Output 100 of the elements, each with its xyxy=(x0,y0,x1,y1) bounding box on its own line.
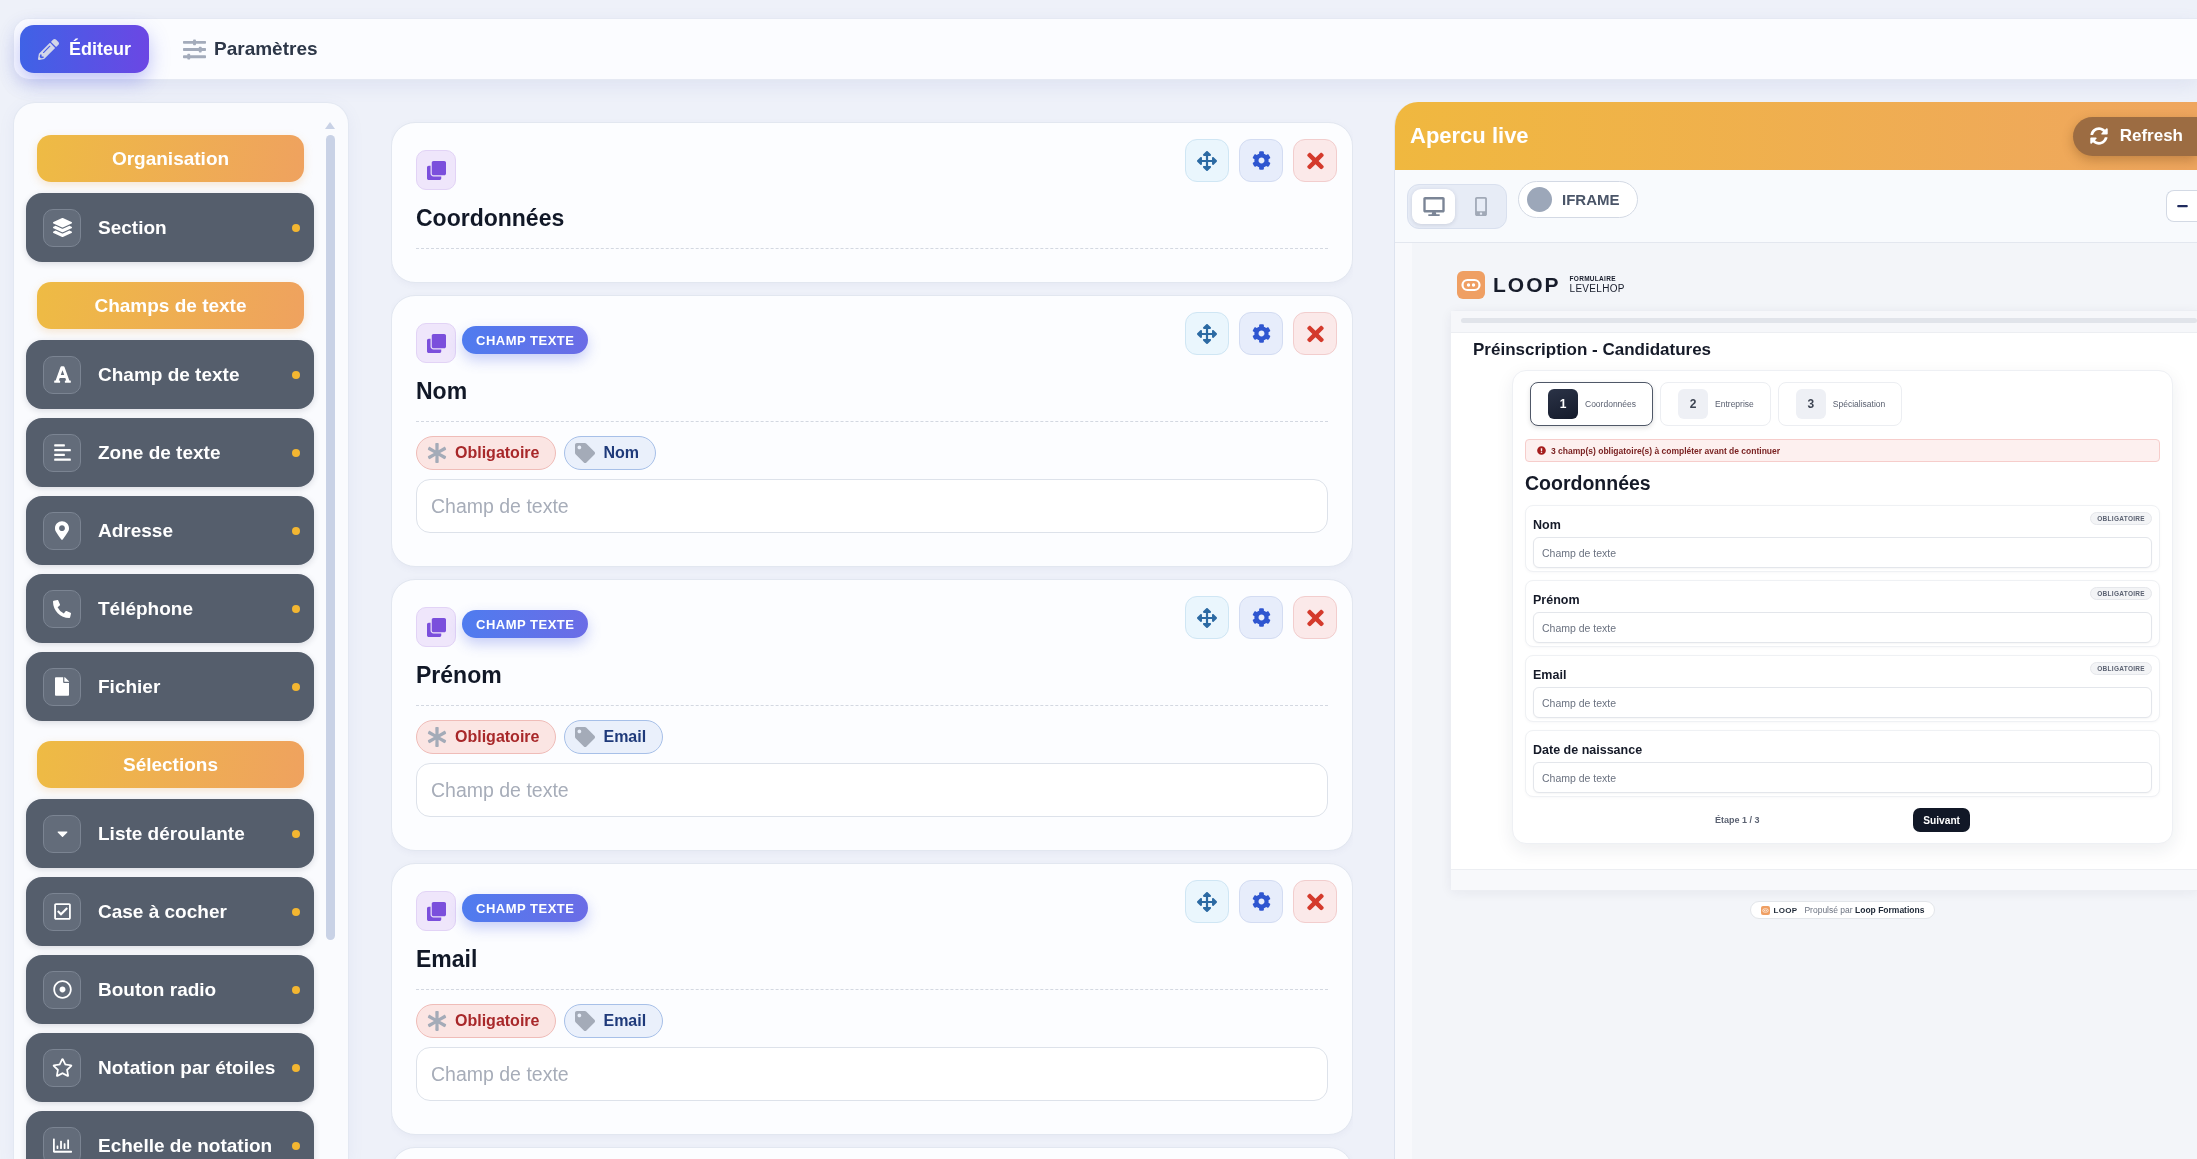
settings-icon xyxy=(1251,324,1271,343)
refresh-icon xyxy=(2089,127,2108,145)
step-counter: Étape 1 / 3 xyxy=(1715,815,1760,825)
move-icon xyxy=(1197,891,1217,912)
settings-button[interactable] xyxy=(1239,880,1283,923)
sidebar-item[interactable]: Liste déroulante xyxy=(26,799,314,868)
toolbar-tab[interactable]: Éditeur xyxy=(20,25,149,73)
input-field[interactable]: Champ de texte xyxy=(416,763,1328,817)
text-lines-icon xyxy=(43,433,81,472)
section-heading: Coordonnées xyxy=(1525,471,1652,495)
settings-button[interactable] xyxy=(1239,596,1283,639)
view-button[interactable] xyxy=(1412,189,1455,224)
delete-button[interactable] xyxy=(1293,596,1337,639)
dot-icon xyxy=(292,985,300,994)
step-number: 1 xyxy=(1548,389,1578,419)
dot-icon xyxy=(292,682,300,691)
text-input[interactable]: Champ de texte xyxy=(1533,762,2152,793)
sidebar-item[interactable]: Case à cocher xyxy=(26,877,314,946)
brand-name: LOOP xyxy=(1493,273,1561,297)
settings-button[interactable] xyxy=(1239,139,1283,182)
dot-icon xyxy=(292,907,300,916)
sidebar-item[interactable]: Echelle de notation xyxy=(26,1111,314,1159)
move-button[interactable] xyxy=(1185,139,1229,182)
file-icon xyxy=(43,667,81,706)
sidebar-item[interactable]: Section xyxy=(26,193,314,262)
tag-icon xyxy=(575,443,596,463)
card-title: Coordonnées xyxy=(416,204,566,233)
logo-icon xyxy=(1760,905,1770,915)
move-icon xyxy=(1197,323,1217,344)
tag-label: Email xyxy=(603,728,647,746)
asterisk-icon xyxy=(427,443,447,463)
tag-label: Email xyxy=(603,1012,647,1030)
step-number: 2 xyxy=(1678,389,1709,419)
brand-name: LOOP xyxy=(1773,905,1798,915)
toolbar-tab[interactable]: Paramètres xyxy=(165,25,336,73)
smartphone-icon xyxy=(1474,197,1487,216)
settings-icon xyxy=(1251,892,1271,911)
copy-icon xyxy=(416,150,456,190)
pencil-icon xyxy=(38,38,59,60)
text-input[interactable]: Champ de texte xyxy=(1533,687,2152,718)
settings-icon xyxy=(1251,151,1271,170)
tag-icon xyxy=(575,1011,596,1031)
tag-icon xyxy=(575,727,596,747)
category-header: Sélections xyxy=(37,741,304,788)
step-tab[interactable]: 3 Spécialisation xyxy=(1777,382,1903,426)
text-input[interactable]: Champ de texte xyxy=(1533,537,2152,568)
scrollbar[interactable] xyxy=(326,135,335,940)
delete-button[interactable] xyxy=(1293,312,1337,355)
sidebar-item[interactable]: Fichier xyxy=(26,652,314,721)
powered-by-text: Propulsé par Loop Formations xyxy=(1804,905,1925,915)
card-title: Prénom xyxy=(416,661,503,690)
tag-label: Obligatoire xyxy=(455,444,540,462)
brand-org: LEVELHOP xyxy=(1569,284,1625,295)
iframe-toggle[interactable]: IFRAME xyxy=(1518,181,1638,218)
minus-button[interactable] xyxy=(2166,190,2197,222)
move-icon xyxy=(1197,607,1217,628)
asterisk-icon xyxy=(427,727,447,747)
logo-icon xyxy=(1457,271,1485,299)
input-field[interactable]: Champ de texte xyxy=(416,479,1328,533)
layers-icon xyxy=(43,208,81,247)
input-field[interactable]: Champ de texte xyxy=(416,1047,1328,1101)
sliders-icon xyxy=(183,37,206,61)
sidebar-item[interactable]: Zone de texte xyxy=(26,418,314,487)
field-label: Date de naissance xyxy=(1533,742,1643,758)
card-title: Nom xyxy=(416,377,469,406)
step-tab[interactable]: 2 Entreprise xyxy=(1660,382,1771,426)
step-tab[interactable]: 1 Coordonnées xyxy=(1530,382,1654,426)
type-badge: CHAMP TEXTE xyxy=(462,326,589,354)
dot-icon xyxy=(292,829,300,838)
move-button[interactable] xyxy=(1185,596,1229,639)
dot-icon xyxy=(292,604,300,613)
alert-text: 3 champ(s) obligatoire(s) à compléter avant de continuer xyxy=(1551,445,1781,456)
refresh-button[interactable]: Refresh xyxy=(2072,116,2197,156)
text-input[interactable]: Champ de texte xyxy=(1533,612,2152,643)
sidebar-item[interactable]: Champ de texte xyxy=(26,340,314,409)
card-title: Email xyxy=(416,945,479,974)
monitor-icon xyxy=(1422,197,1445,216)
tag-label: Nom xyxy=(603,444,639,462)
tag-label: Obligatoire xyxy=(455,728,540,746)
type-badge: CHAMP TEXTE xyxy=(462,610,589,638)
move-button[interactable] xyxy=(1185,312,1229,355)
dot-icon xyxy=(292,448,300,457)
sidebar-item[interactable]: Notation par étoiles xyxy=(26,1033,314,1102)
dot-icon xyxy=(292,370,300,379)
settings-button[interactable] xyxy=(1239,312,1283,355)
delete-button[interactable] xyxy=(1293,880,1337,923)
category-header: Champs de texte xyxy=(37,282,304,329)
sidebar-item[interactable]: Téléphone xyxy=(26,574,314,643)
sidebar-item[interactable]: Adresse xyxy=(26,496,314,565)
category-header: Organisation xyxy=(37,135,304,182)
phone-icon xyxy=(43,589,81,628)
delete-button[interactable] xyxy=(1293,139,1337,182)
asterisk-icon xyxy=(427,1011,447,1031)
sidebar-item[interactable]: Bouton radio xyxy=(26,955,314,1024)
bar-chart-icon xyxy=(43,1126,81,1159)
move-button[interactable] xyxy=(1185,880,1229,923)
checkbox-icon xyxy=(43,892,81,931)
move-icon xyxy=(1197,150,1217,171)
next-button[interactable]: Suivant xyxy=(1913,808,1970,832)
dot-icon xyxy=(292,223,300,232)
